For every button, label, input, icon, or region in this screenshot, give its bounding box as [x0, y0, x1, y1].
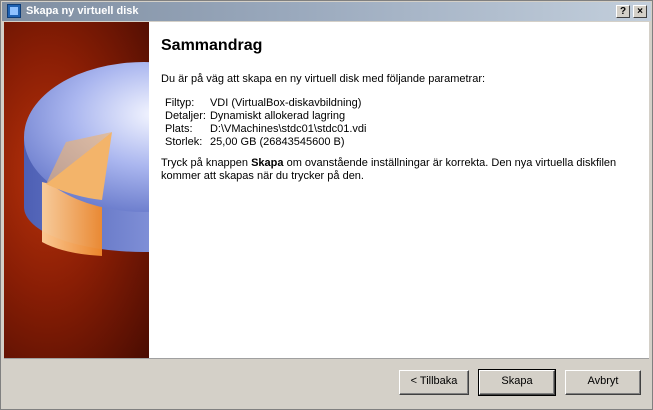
param-value: D:\VMachines\stdc01\stdc01.vdi — [209, 123, 367, 135]
help-button[interactable]: ? — [616, 5, 630, 18]
param-key: Filtyp: — [165, 97, 195, 109]
param-value: Dynamiskt allokerad lagring — [209, 110, 346, 122]
window-title: Skapa ny virtuell disk — [26, 5, 139, 17]
page-title: Sammandrag — [161, 37, 263, 54]
intro-text: Du är på väg att skapa en ny virtuell di… — [161, 73, 486, 85]
param-key: Plats: — [165, 123, 193, 135]
param-row: Plats: D:\VMachines\stdc01\stdc01.vdi — [165, 123, 367, 136]
wizard-window: Skapa ny virtuell disk ? × Sammandrag Du… — [0, 0, 653, 410]
parameters-table: Filtyp: VDI (VirtualBox-diskavbildning) … — [165, 97, 367, 149]
param-row: Detaljer: Dynamiskt allokerad lagring — [165, 110, 367, 123]
param-key: Storlek: — [165, 136, 203, 148]
param-row: Storlek: 25,00 GB (26843545600 B) — [165, 136, 367, 149]
wizard-sidebar-image — [4, 22, 149, 358]
wizard-page: Sammandrag Du är på väg att skapa en ny … — [4, 22, 649, 359]
virtualbox-icon — [7, 4, 21, 18]
note-text-start: Tryck på knappen — [161, 157, 252, 169]
param-key: Detaljer: — [165, 110, 206, 122]
back-button[interactable]: < Tillbaka — [399, 370, 469, 395]
param-row: Filtyp: VDI (VirtualBox-diskavbildning) — [165, 97, 367, 110]
confirmation-note: Tryck på knappen Skapa om ovanstående in… — [161, 157, 631, 183]
param-value: VDI (VirtualBox-diskavbildning) — [209, 97, 362, 109]
title-bar[interactable]: Skapa ny virtuell disk ? × — [2, 2, 651, 21]
create-button[interactable]: Skapa — [478, 369, 556, 396]
cancel-button[interactable]: Avbryt — [565, 370, 641, 395]
close-button[interactable]: × — [633, 5, 647, 18]
param-value: 25,00 GB (26843545600 B) — [209, 136, 345, 148]
disk-pie-icon — [24, 62, 149, 256]
note-text-button-name: Skapa — [251, 157, 284, 169]
